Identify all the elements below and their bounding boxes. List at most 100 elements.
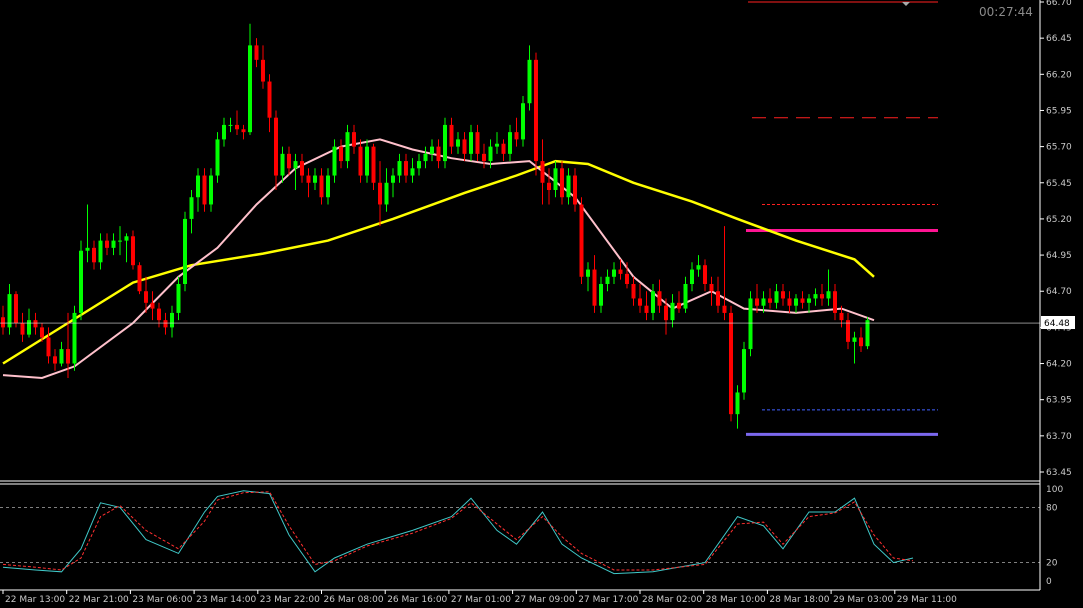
- candle-body: [774, 291, 779, 303]
- y-tick-label: 65.95: [1046, 106, 1072, 116]
- candle-body: [423, 153, 428, 162]
- y-tick-label: 65.45: [1046, 179, 1072, 189]
- candle-body: [27, 320, 31, 335]
- candle-body: [742, 349, 746, 393]
- candle-body: [495, 143, 499, 147]
- candle-body: [592, 269, 597, 306]
- candle-body: [40, 327, 44, 338]
- candle-body: [625, 273, 629, 284]
- x-tick-label: 23 Mar 22:00: [260, 595, 320, 605]
- y-tick-label: 63.95: [1046, 396, 1072, 406]
- x-tick-label: 28 Mar 18:00: [769, 595, 829, 605]
- x-tick-label: 28 Mar 02:00: [642, 595, 702, 605]
- candle-body: [436, 146, 441, 162]
- y-tick-label: 64.20: [1046, 360, 1072, 370]
- candle-body: [137, 265, 142, 292]
- candle-body: [228, 124, 233, 126]
- candle-body: [20, 323, 25, 335]
- candle-body: [586, 269, 590, 277]
- candle-body: [365, 146, 369, 176]
- candle-body: [404, 161, 408, 176]
- candle-body: [430, 146, 434, 154]
- candle-body: [501, 143, 506, 154]
- candle-body: [163, 320, 168, 328]
- candle-body: [534, 59, 538, 162]
- y-tick-label: 65.20: [1046, 215, 1072, 225]
- candle-body: [839, 312, 844, 321]
- candle-body: [755, 298, 759, 306]
- candle-body: [508, 132, 512, 154]
- candle-body: [293, 161, 298, 169]
- candle-body: [352, 132, 356, 147]
- candle-body: [287, 153, 291, 169]
- candle-body: [306, 175, 311, 183]
- candle-body: [72, 312, 77, 364]
- candle-body: [833, 291, 837, 313]
- indicator-y-tick-label: 20: [1046, 559, 1058, 569]
- candle-body: [859, 337, 863, 347]
- candle-body: [657, 291, 662, 306]
- candle-body: [573, 175, 577, 205]
- candle-body: [540, 161, 545, 183]
- candle-body: [852, 337, 857, 342]
- candle-body: [612, 269, 616, 277]
- candle-body: [449, 124, 454, 147]
- candle-body: [456, 139, 460, 147]
- y-tick-label: 64.70: [1046, 287, 1072, 297]
- candle-body: [488, 146, 493, 162]
- candle-body: [183, 218, 187, 284]
- candle-body: [59, 349, 64, 364]
- candle-body: [196, 175, 200, 198]
- indicator-y-tick-label: 80: [1046, 503, 1058, 513]
- y-tick-label: 66.70: [1046, 0, 1072, 8]
- x-tick-label: 23 Mar 14:00: [196, 595, 256, 605]
- candle-body: [482, 153, 486, 162]
- candle-body: [98, 240, 103, 263]
- candle-body: [235, 124, 239, 130]
- candle-body: [781, 291, 785, 299]
- candle-body: [787, 298, 792, 306]
- candle-body: [280, 153, 285, 176]
- chart-background: [0, 0, 1083, 608]
- candle-body: [189, 197, 194, 219]
- candle-body: [157, 308, 161, 321]
- candle-body: [527, 59, 532, 104]
- chart[interactable]: 66.70 66.45 66.20 65.95 65.70 65.45 65.20 64.95…: [0, 0, 1083, 608]
- candle-body: [14, 294, 18, 324]
- candle-body: [92, 247, 96, 263]
- indicator-y-tick-label: 0: [1046, 577, 1052, 587]
- candle-body: [274, 117, 278, 176]
- candle-body: [144, 291, 148, 303]
- x-tick-label: 27 Mar 09:00: [515, 595, 575, 605]
- candle-body: [709, 284, 714, 292]
- candle-body: [475, 132, 480, 154]
- candle-body: [820, 294, 824, 299]
- candle-body: [618, 269, 623, 274]
- candle-body: [748, 298, 753, 350]
- candle-body: [66, 349, 70, 364]
- candle-body: [332, 146, 337, 176]
- candle-body: [521, 103, 525, 140]
- current-price-label: 64.48: [1044, 319, 1070, 329]
- countdown-timer: 00:27:44: [979, 5, 1033, 19]
- candle-body: [560, 168, 564, 198]
- candle-body: [670, 302, 675, 321]
- candle-body: [631, 284, 636, 299]
- candle-body: [703, 265, 707, 284]
- x-tick-label: 22 Mar 13:00: [5, 595, 65, 605]
- candle-body: [111, 240, 116, 248]
- candle-body: [397, 161, 402, 176]
- candle-body: [85, 247, 90, 251]
- candle-body: [131, 236, 135, 266]
- candle-body: [514, 132, 519, 140]
- candle-body: [417, 161, 421, 169]
- candle-body: [462, 139, 467, 154]
- candle-body: [313, 175, 317, 183]
- candle-body: [644, 305, 649, 313]
- candle-body: [579, 204, 584, 277]
- candle-body: [124, 236, 129, 241]
- x-tick-label: 23 Mar 06:00: [132, 595, 192, 605]
- x-tick-label: 27 Mar 17:00: [578, 595, 638, 605]
- candle-body: [813, 294, 818, 299]
- y-tick-label: 66.45: [1046, 34, 1072, 44]
